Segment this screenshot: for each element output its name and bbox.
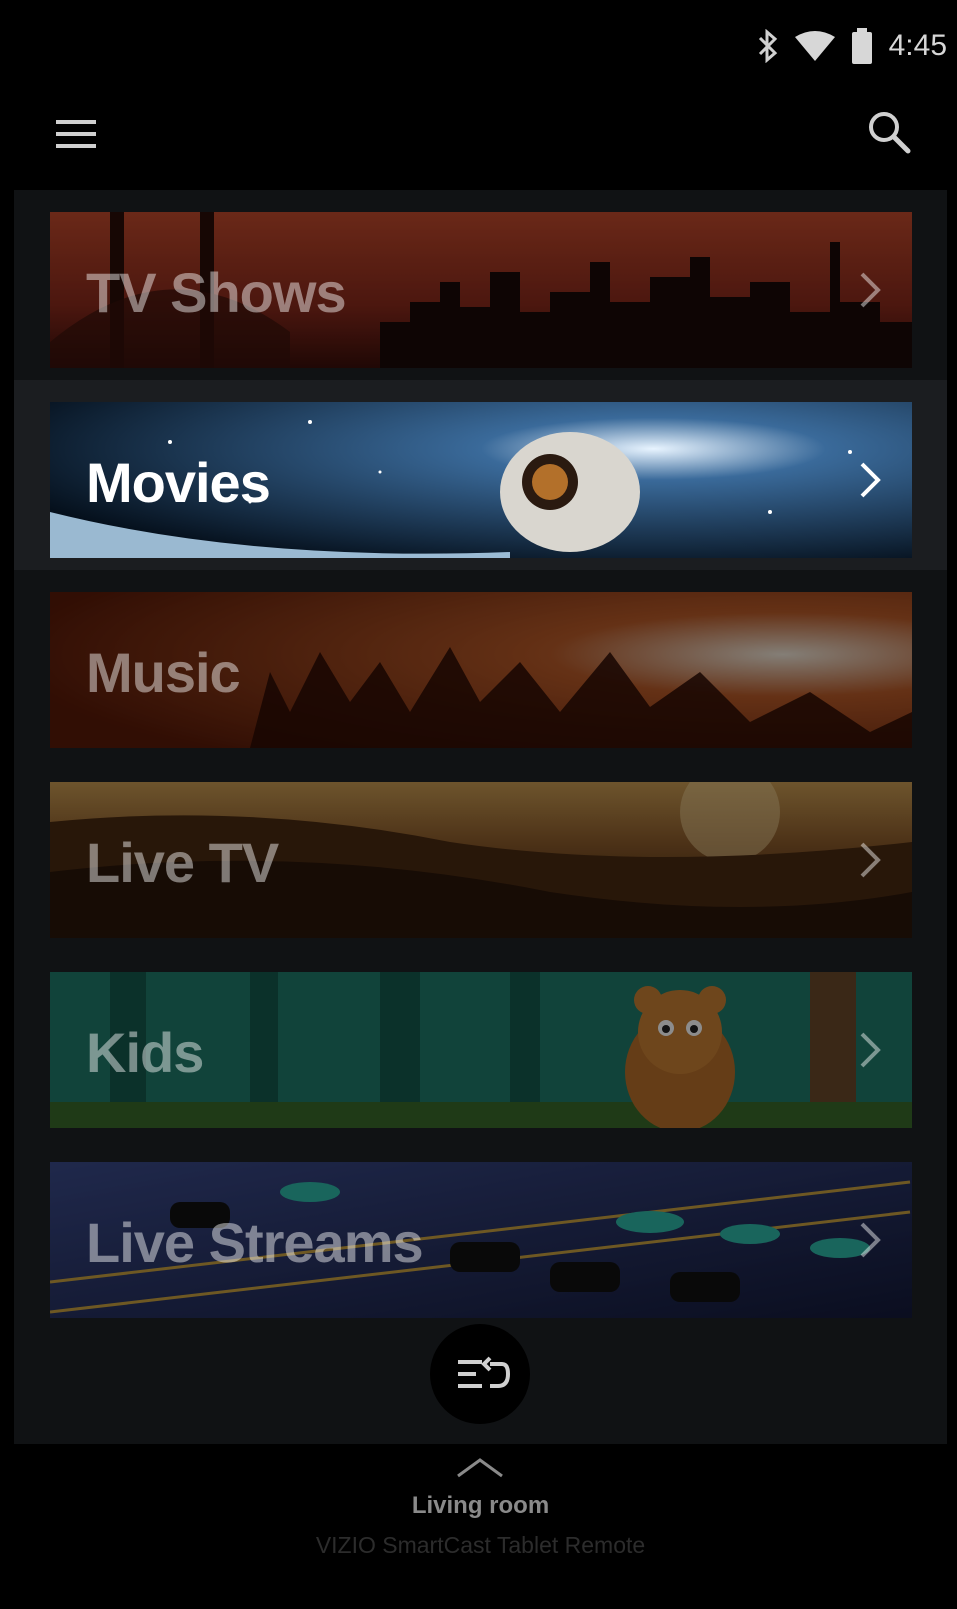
category-label: Music bbox=[86, 641, 241, 704]
hamburger-menu-icon bbox=[56, 120, 96, 148]
app-bar bbox=[14, 80, 947, 190]
wifi-icon bbox=[794, 31, 835, 61]
chevron-right-icon bbox=[860, 842, 881, 878]
chevron-right-icon bbox=[860, 272, 881, 308]
battery-icon bbox=[851, 28, 872, 64]
category-tile-music[interactable]: Music bbox=[50, 592, 912, 748]
category-tile-tv-shows[interactable]: TV Shows bbox=[50, 212, 912, 368]
category-row-kids: Kids bbox=[14, 950, 947, 1140]
chevron-right-icon bbox=[860, 1032, 881, 1068]
search-icon bbox=[869, 112, 911, 154]
status-bar: 4:45 bbox=[14, 12, 947, 80]
search-button[interactable] bbox=[865, 108, 913, 156]
product-name: VIZIO SmartCast Tablet Remote bbox=[315, 1532, 646, 1558]
status-time: 4:45 bbox=[888, 29, 947, 62]
queue-fab-button[interactable] bbox=[430, 1324, 530, 1424]
category-tile-live-tv[interactable]: Live TV bbox=[50, 782, 912, 938]
category-row-live-streams: Live Streams bbox=[14, 1140, 947, 1330]
category-tile-kids[interactable]: Kids bbox=[50, 972, 912, 1128]
category-tile-live-streams[interactable]: Live Streams bbox=[50, 1162, 912, 1318]
category-row-music: Music bbox=[14, 570, 947, 760]
category-label: TV Shows bbox=[86, 261, 347, 324]
menu-button[interactable] bbox=[54, 116, 98, 152]
category-label: Kids bbox=[86, 1021, 204, 1084]
app-screen: 4:45 TV Shows Movies Music Live TV Kids … bbox=[14, 12, 947, 1609]
category-label: Live Streams bbox=[86, 1211, 424, 1274]
category-row-live-tv: Live TV bbox=[14, 760, 947, 950]
category-row-tv-shows: TV Shows bbox=[14, 190, 947, 380]
queue-return-icon bbox=[458, 1356, 511, 1388]
chevron-right-icon bbox=[860, 462, 881, 498]
device-footer: Living room VIZIO SmartCast Tablet Remot… bbox=[14, 1444, 947, 1609]
category-label: Movies bbox=[86, 451, 271, 514]
bluetooth-icon bbox=[758, 29, 777, 63]
chevron-up-icon[interactable] bbox=[454, 1454, 506, 1480]
category-row-movies: Movies bbox=[14, 380, 947, 570]
device-room-label[interactable]: Living room bbox=[14, 1492, 947, 1520]
chevron-right-icon bbox=[860, 1222, 881, 1258]
category-tile-movies[interactable]: Movies bbox=[50, 402, 912, 558]
category-label: Live TV bbox=[86, 831, 279, 894]
category-list: TV Shows Movies Music Live TV Kids Live … bbox=[14, 190, 947, 1445]
